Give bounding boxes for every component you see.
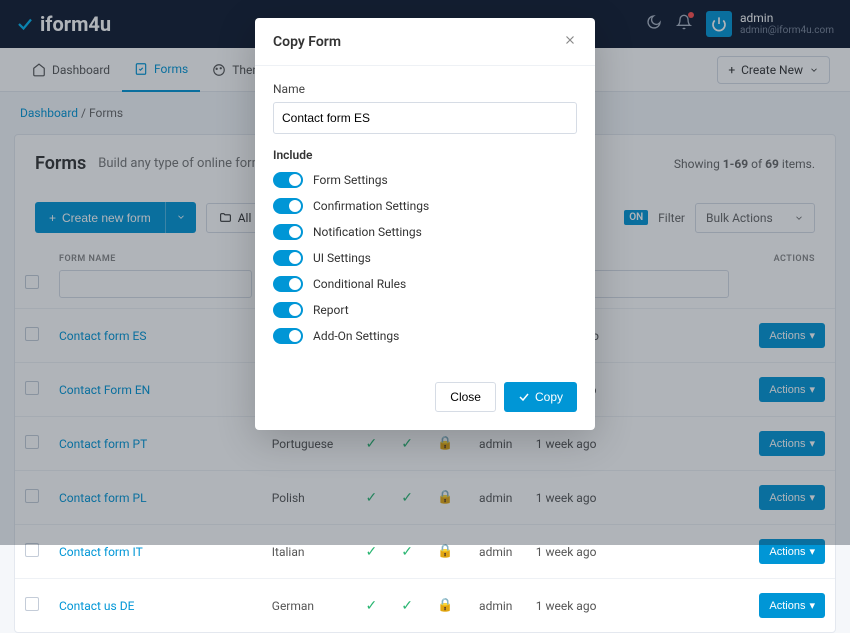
toggle-row: Conditional Rules — [273, 276, 577, 292]
copy-form-modal: Copy Form Name Include Form Settings Conf… — [255, 18, 595, 430]
modal-title: Copy Form — [273, 34, 341, 50]
toggle-label: Conditional Rules — [313, 277, 406, 291]
toggle-label: Report — [313, 303, 349, 317]
modal-footer: Close Copy — [255, 370, 595, 430]
copy-label: Copy — [535, 390, 563, 404]
toggle-label: Form Settings — [313, 173, 388, 187]
modal-overlay[interactable]: Copy Form Name Include Form Settings Conf… — [0, 0, 850, 545]
toggle-label: Add-On Settings — [313, 329, 399, 343]
row-checkbox[interactable] — [25, 543, 39, 557]
chevron-down-icon: ▾ — [809, 545, 815, 558]
cell-updated: 1 week ago — [526, 579, 739, 633]
close-button[interactable]: Close — [435, 382, 496, 412]
toggle-switch[interactable] — [273, 250, 303, 266]
toggle-switch[interactable] — [273, 224, 303, 240]
toggle-row: UI Settings — [273, 250, 577, 266]
form-name-input[interactable] — [273, 102, 577, 134]
cell-language: German — [262, 579, 354, 633]
modal-body: Name Include Form Settings Confirmation S… — [255, 66, 595, 370]
toggle-row: Form Settings — [273, 172, 577, 188]
toggle-row: Add-On Settings — [273, 328, 577, 344]
toggle-label: Notification Settings — [313, 225, 422, 239]
close-icon — [563, 33, 577, 47]
row-actions-button[interactable]: Actions ▾ — [759, 593, 825, 618]
modal-close-button[interactable] — [563, 32, 577, 51]
cell-name[interactable]: Contact us DE — [49, 579, 262, 633]
row-checkbox[interactable] — [25, 597, 39, 611]
toggle-switch[interactable] — [273, 172, 303, 188]
toggle-switch[interactable] — [273, 276, 303, 292]
table-row: Contact us DEGerman✓✓🔒admin1 week agoAct… — [15, 579, 835, 633]
cell-check2: ✓ — [389, 579, 425, 633]
toggle-switch[interactable] — [273, 198, 303, 214]
toggle-switch[interactable] — [273, 302, 303, 318]
toggle-row: Notification Settings — [273, 224, 577, 240]
toggle-row: Confirmation Settings — [273, 198, 577, 214]
toggle-switch[interactable] — [273, 328, 303, 344]
check-icon — [518, 391, 530, 403]
include-label: Include — [273, 148, 577, 162]
cell-check1: ✓ — [354, 579, 390, 633]
toggle-label: UI Settings — [313, 251, 371, 265]
name-label: Name — [273, 82, 577, 96]
cell-author: admin — [466, 579, 526, 633]
cell-lock: 🔒 — [425, 579, 466, 633]
copy-button[interactable]: Copy — [504, 382, 577, 412]
modal-header: Copy Form — [255, 18, 595, 66]
toggle-row: Report — [273, 302, 577, 318]
toggle-label: Confirmation Settings — [313, 199, 429, 213]
chevron-down-icon: ▾ — [809, 599, 815, 612]
